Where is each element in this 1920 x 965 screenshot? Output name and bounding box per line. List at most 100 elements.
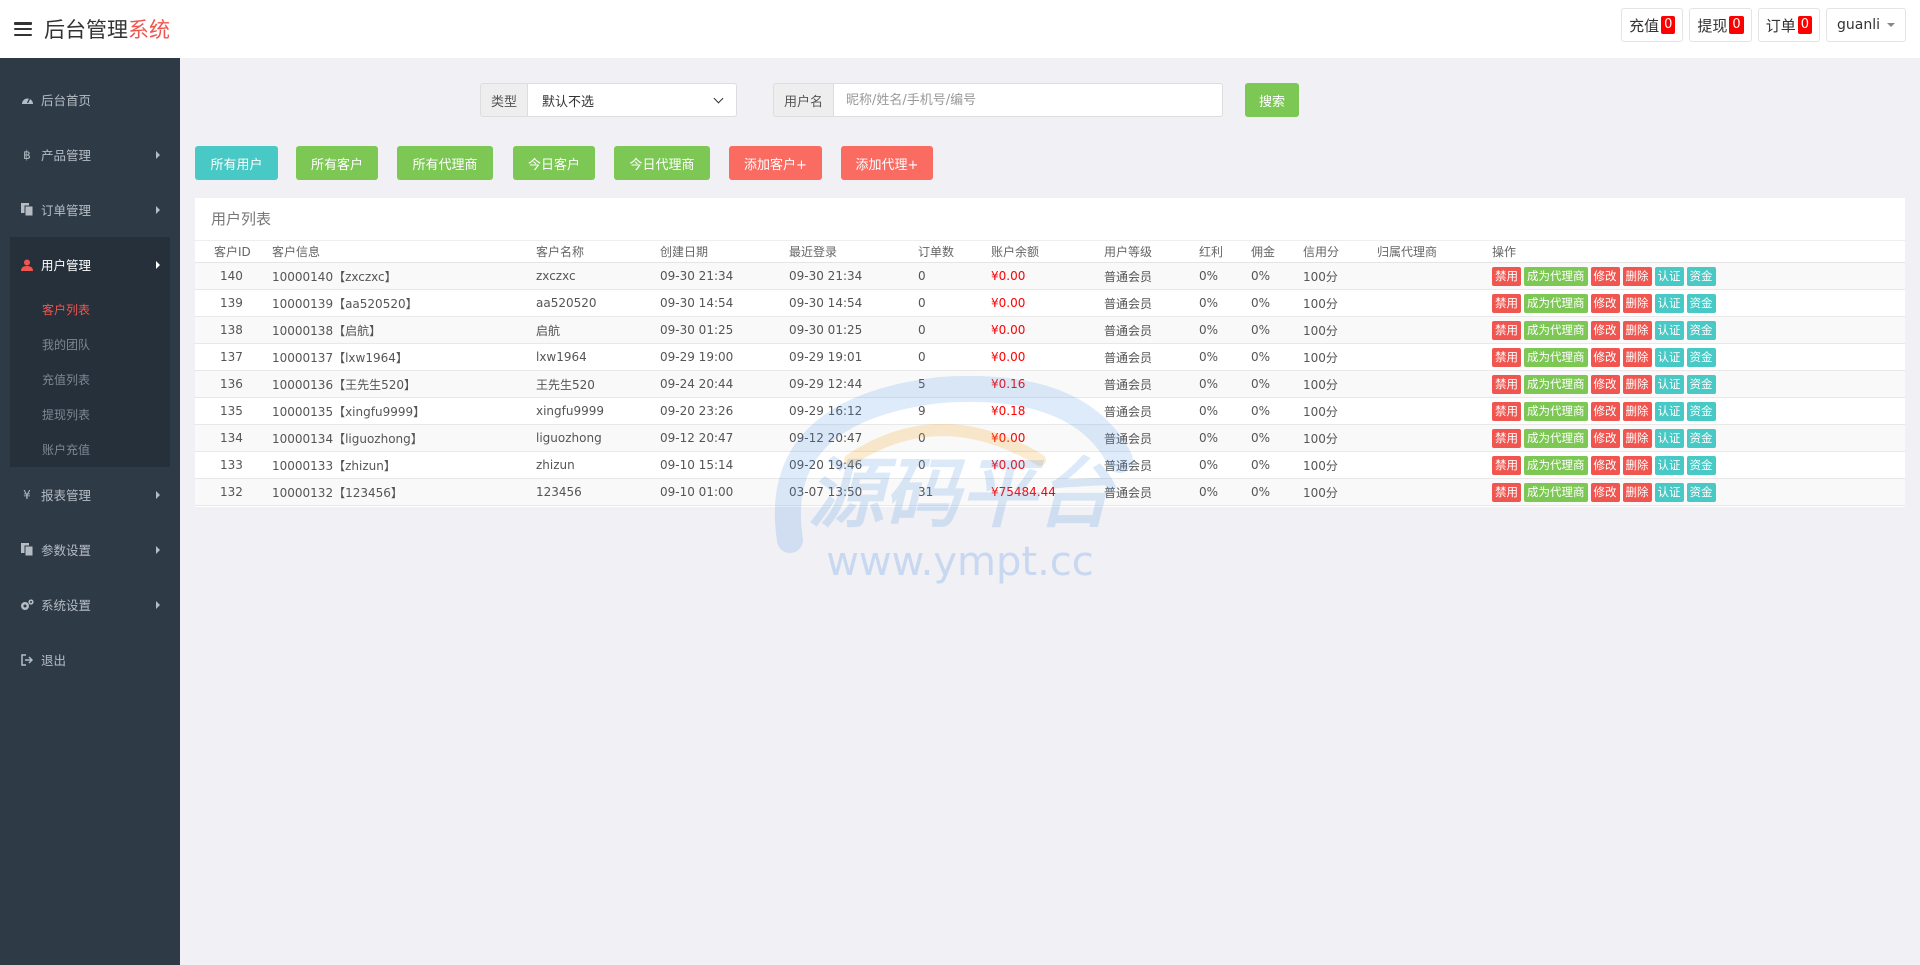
sidebar-item-params[interactable]: 参数设置 bbox=[0, 522, 180, 577]
disable-button[interactable]: 禁用 bbox=[1492, 455, 1521, 475]
verify-button[interactable]: 认证 bbox=[1654, 347, 1684, 367]
disable-button[interactable]: 禁用 bbox=[1492, 320, 1521, 340]
search-button[interactable]: 搜索 bbox=[1245, 83, 1299, 117]
delete-button[interactable]: 删除 bbox=[1622, 401, 1652, 421]
disable-button[interactable]: 禁用 bbox=[1492, 482, 1521, 502]
menu-toggle-icon[interactable] bbox=[14, 22, 32, 36]
delete-button[interactable]: 删除 bbox=[1622, 374, 1652, 394]
column-header[interactable]: 归属代理商 bbox=[1377, 240, 1492, 263]
funds-button[interactable]: 资金 bbox=[1686, 266, 1716, 286]
order-button[interactable]: 订单 0 bbox=[1757, 8, 1820, 42]
disable-button[interactable]: 禁用 bbox=[1492, 374, 1521, 394]
make-agent-button[interactable]: 成为代理商 bbox=[1524, 347, 1588, 367]
funds-button[interactable]: 资金 bbox=[1686, 455, 1716, 475]
username-search-input[interactable] bbox=[833, 83, 1224, 117]
make-agent-button[interactable]: 成为代理商 bbox=[1524, 320, 1588, 340]
sidebar-subitem-account-recharge[interactable]: 账户充值 bbox=[10, 432, 170, 467]
column-header[interactable]: 客户信息 bbox=[272, 240, 536, 263]
table-cell: ¥0.16 bbox=[991, 370, 1104, 398]
delete-button[interactable]: 删除 bbox=[1622, 320, 1652, 340]
funds-button[interactable]: 资金 bbox=[1686, 482, 1716, 502]
funds-button[interactable]: 资金 bbox=[1686, 374, 1716, 394]
column-header[interactable]: 创建日期 bbox=[660, 240, 789, 263]
edit-button[interactable]: 修改 bbox=[1590, 401, 1620, 421]
make-agent-button[interactable]: 成为代理商 bbox=[1524, 428, 1588, 448]
table-cell bbox=[1377, 451, 1492, 479]
column-header[interactable]: 订单数 bbox=[918, 240, 991, 263]
sidebar-item-dashboard[interactable]: 后台首页 bbox=[0, 72, 180, 127]
verify-button[interactable]: 认证 bbox=[1654, 401, 1684, 421]
sidebar-subitem-my-team[interactable]: 我的团队 bbox=[10, 327, 170, 362]
sidebar-item-users[interactable]: 用户管理 bbox=[10, 237, 170, 292]
delete-button[interactable]: 删除 bbox=[1622, 293, 1652, 313]
make-agent-button[interactable]: 成为代理商 bbox=[1524, 374, 1588, 394]
sidebar-item-logout[interactable]: 退出 bbox=[0, 632, 180, 687]
edit-button[interactable]: 修改 bbox=[1590, 455, 1620, 475]
verify-button[interactable]: 认证 bbox=[1654, 428, 1684, 448]
column-header[interactable]: 操作 bbox=[1492, 240, 1905, 263]
column-header[interactable]: 账户余额 bbox=[991, 240, 1104, 263]
table-row: 134 10000134【liguozhong】 liguozhong 09-12 2… bbox=[195, 424, 1905, 452]
make-agent-button[interactable]: 成为代理商 bbox=[1524, 455, 1588, 475]
withdraw-button[interactable]: 提现 0 bbox=[1689, 8, 1752, 42]
all-agents-button[interactable]: 所有代理商 bbox=[397, 146, 493, 180]
verify-button[interactable]: 认证 bbox=[1654, 266, 1684, 286]
verify-button[interactable]: 认证 bbox=[1654, 482, 1684, 502]
edit-button[interactable]: 修改 bbox=[1590, 347, 1620, 367]
add-agent-button[interactable]: 添加代理+ bbox=[841, 146, 933, 180]
delete-button[interactable]: 删除 bbox=[1622, 455, 1652, 475]
column-header[interactable]: 用户等级 bbox=[1104, 240, 1199, 263]
type-select[interactable]: 默认不选 bbox=[527, 83, 738, 117]
column-header[interactable]: 佣金 bbox=[1251, 240, 1303, 263]
verify-button[interactable]: 认证 bbox=[1654, 320, 1684, 340]
disable-button[interactable]: 禁用 bbox=[1492, 266, 1521, 286]
recharge-button[interactable]: 充值 0 bbox=[1621, 8, 1684, 42]
sidebar-subitem-withdraw-list[interactable]: 提现列表 bbox=[10, 397, 170, 432]
column-header[interactable]: 红利 bbox=[1199, 240, 1251, 263]
edit-button[interactable]: 修改 bbox=[1590, 320, 1620, 340]
sidebar-subitem-recharge-list[interactable]: 充值列表 bbox=[10, 362, 170, 397]
column-header[interactable]: 信用分 bbox=[1303, 240, 1377, 263]
all-users-button[interactable]: 所有用户 bbox=[195, 146, 278, 180]
delete-button[interactable]: 删除 bbox=[1622, 266, 1652, 286]
table-cell: 普通会员 bbox=[1104, 262, 1199, 290]
sidebar-item-reports[interactable]: ¥ 报表管理 bbox=[0, 467, 180, 522]
user-dropdown[interactable]: guanli bbox=[1826, 8, 1906, 42]
edit-button[interactable]: 修改 bbox=[1590, 428, 1620, 448]
make-agent-button[interactable]: 成为代理商 bbox=[1524, 482, 1588, 502]
funds-button[interactable]: 资金 bbox=[1686, 320, 1716, 340]
disable-button[interactable]: 禁用 bbox=[1492, 428, 1521, 448]
add-customer-button[interactable]: 添加客户+ bbox=[729, 146, 822, 180]
make-agent-button[interactable]: 成为代理商 bbox=[1524, 401, 1588, 421]
edit-button[interactable]: 修改 bbox=[1590, 482, 1620, 502]
column-header[interactable]: 客户ID bbox=[195, 240, 272, 263]
disable-button[interactable]: 禁用 bbox=[1492, 401, 1521, 421]
edit-button[interactable]: 修改 bbox=[1590, 266, 1620, 286]
delete-button[interactable]: 删除 bbox=[1622, 347, 1652, 367]
today-customers-button[interactable]: 今日客户 bbox=[513, 146, 595, 180]
make-agent-button[interactable]: 成为代理商 bbox=[1524, 293, 1588, 313]
disable-button[interactable]: 禁用 bbox=[1492, 293, 1521, 313]
verify-button[interactable]: 认证 bbox=[1654, 455, 1684, 475]
sidebar-item-system[interactable]: 系统设置 bbox=[0, 577, 180, 632]
funds-button[interactable]: 资金 bbox=[1686, 347, 1716, 367]
funds-button[interactable]: 资金 bbox=[1686, 428, 1716, 448]
today-agents-button[interactable]: 今日代理商 bbox=[614, 146, 710, 180]
disable-button[interactable]: 禁用 bbox=[1492, 347, 1521, 367]
column-header[interactable]: 最近登录 bbox=[789, 240, 918, 263]
column-header[interactable]: 客户名称 bbox=[536, 240, 660, 263]
delete-button[interactable]: 删除 bbox=[1622, 428, 1652, 448]
sidebar-subitem-customer-list[interactable]: 客户列表 bbox=[10, 292, 170, 327]
funds-button[interactable]: 资金 bbox=[1686, 401, 1716, 421]
delete-button[interactable]: 删除 bbox=[1622, 482, 1652, 502]
verify-button[interactable]: 认证 bbox=[1654, 293, 1684, 313]
all-customers-button[interactable]: 所有客户 bbox=[296, 146, 378, 180]
funds-button[interactable]: 资金 bbox=[1686, 293, 1716, 313]
edit-button[interactable]: 修改 bbox=[1590, 293, 1620, 313]
verify-button[interactable]: 认证 bbox=[1654, 374, 1684, 394]
make-agent-button[interactable]: 成为代理商 bbox=[1524, 266, 1588, 286]
edit-button[interactable]: 修改 bbox=[1590, 374, 1620, 394]
table-row: 133 10000133【zhizun】 zhizun 09-10 15:14 09-2… bbox=[195, 451, 1905, 479]
sidebar-item-orders[interactable]: 订单管理 bbox=[0, 182, 180, 237]
sidebar-item-products[interactable]: ฿ 产品管理 bbox=[0, 127, 180, 182]
